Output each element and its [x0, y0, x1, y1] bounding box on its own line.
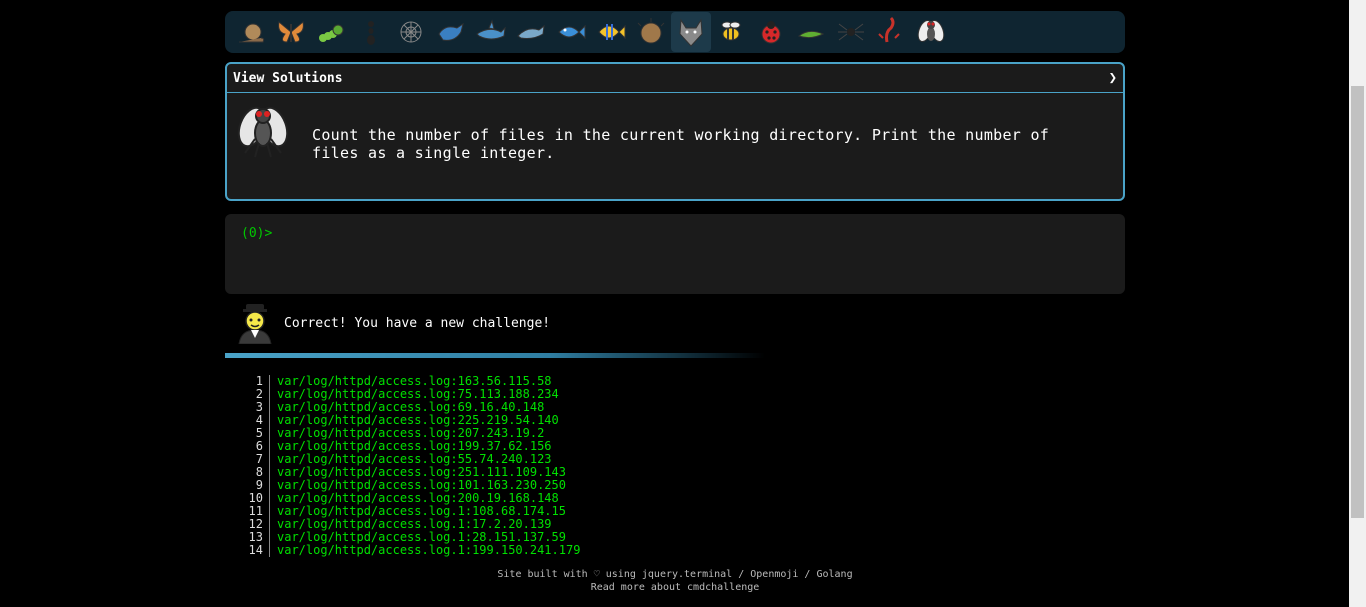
level-wolf-button[interactable]: [671, 12, 711, 52]
level-ladybug-button[interactable]: [751, 12, 791, 52]
level-icon-bar: [225, 11, 1125, 53]
level-bee-button[interactable]: [711, 12, 751, 52]
level-spider-button[interactable]: [831, 12, 871, 52]
feedback-message: Correct! You have a new challenge!: [284, 316, 551, 331]
spider-web-icon: [400, 21, 422, 43]
scorpion-icon: [878, 16, 900, 43]
level-fly-button[interactable]: [911, 12, 951, 52]
footer-credits: Site built with ♡ using jquery.terminal …: [497, 569, 853, 580]
level-cricket-button[interactable]: [791, 12, 831, 52]
output-text: var/log/httpd/access.log.1:199.150.241.1…: [277, 543, 581, 557]
fly-icon: [237, 106, 289, 158]
feedback-area: Correct! You have a new challenge!: [225, 300, 1125, 346]
footer-about-link[interactable]: Read more about cmdchallenge: [591, 582, 760, 593]
command-output: 1 var/log/httpd/access.log:163.56.115.58 2…: [240, 375, 840, 557]
whale-icon: [438, 22, 464, 41]
spider-icon: [838, 23, 864, 41]
ant-icon: [367, 21, 375, 45]
challenge-description: Count the number of files in the current…: [312, 126, 1050, 162]
level-caterpillar-button[interactable]: [311, 12, 351, 52]
progress-line: [225, 353, 765, 358]
level-fish-button[interactable]: [551, 12, 591, 52]
fly-icon: [917, 19, 945, 43]
level-ant-button[interactable]: [351, 12, 391, 52]
solutions-panel: View Solutions ❯ Count the number of fil…: [225, 62, 1125, 201]
level-blowfish-button[interactable]: [631, 12, 671, 52]
ladybug-icon: [761, 21, 781, 44]
line-number: 3: [240, 401, 270, 414]
line-number: 2: [240, 388, 270, 401]
level-dolphin-button[interactable]: [511, 12, 551, 52]
bee-icon: [721, 21, 741, 41]
level-snail-button[interactable]: [231, 12, 271, 52]
level-shark-button[interactable]: [471, 12, 511, 52]
scrollbar-thumb[interactable]: [1351, 86, 1364, 518]
level-whale-button[interactable]: [431, 12, 471, 52]
line-number: 4: [240, 414, 270, 427]
output-line: 14 var/log/httpd/access.log.1:199.150.241…: [240, 544, 840, 557]
level-tropical-fish-button[interactable]: [591, 12, 631, 52]
cricket-icon: [797, 30, 825, 39]
footer: Site built with ♡ using jquery.terminal …: [225, 568, 1125, 594]
line-number: 6: [240, 440, 270, 453]
line-number: 8: [240, 466, 270, 479]
snail-icon: [239, 23, 265, 43]
caterpillar-icon: [319, 24, 344, 42]
level-butterfly-button[interactable]: [271, 12, 311, 52]
level-scorpion-button[interactable]: [871, 12, 911, 52]
line-number: 1: [240, 375, 270, 388]
wolf-icon: [679, 18, 703, 47]
fish-icon: [558, 24, 586, 40]
blowfish-icon: [637, 18, 665, 44]
chevron-right-icon[interactable]: ❯: [1109, 70, 1117, 86]
level-spider-web-button[interactable]: [391, 12, 431, 52]
line-number: 14: [240, 544, 270, 557]
dolphin-icon: [517, 24, 545, 39]
butterfly-icon: [278, 21, 304, 43]
terminal-input-area[interactable]: (0)>: [225, 214, 1125, 294]
tropical-fish-icon: [598, 24, 626, 40]
view-solutions-toggle[interactable]: View Solutions ❯: [227, 64, 1123, 93]
line-number: 5: [240, 427, 270, 440]
page-scrollbar[interactable]: [1349, 0, 1366, 607]
shark-icon: [476, 19, 506, 40]
view-solutions-label: View Solutions: [233, 70, 343, 86]
terminal-prompt[interactable]: (0)>: [241, 226, 272, 241]
line-number: 7: [240, 453, 270, 466]
judge-avatar-icon: [238, 304, 272, 344]
prompt-text: (0)>: [241, 226, 273, 241]
